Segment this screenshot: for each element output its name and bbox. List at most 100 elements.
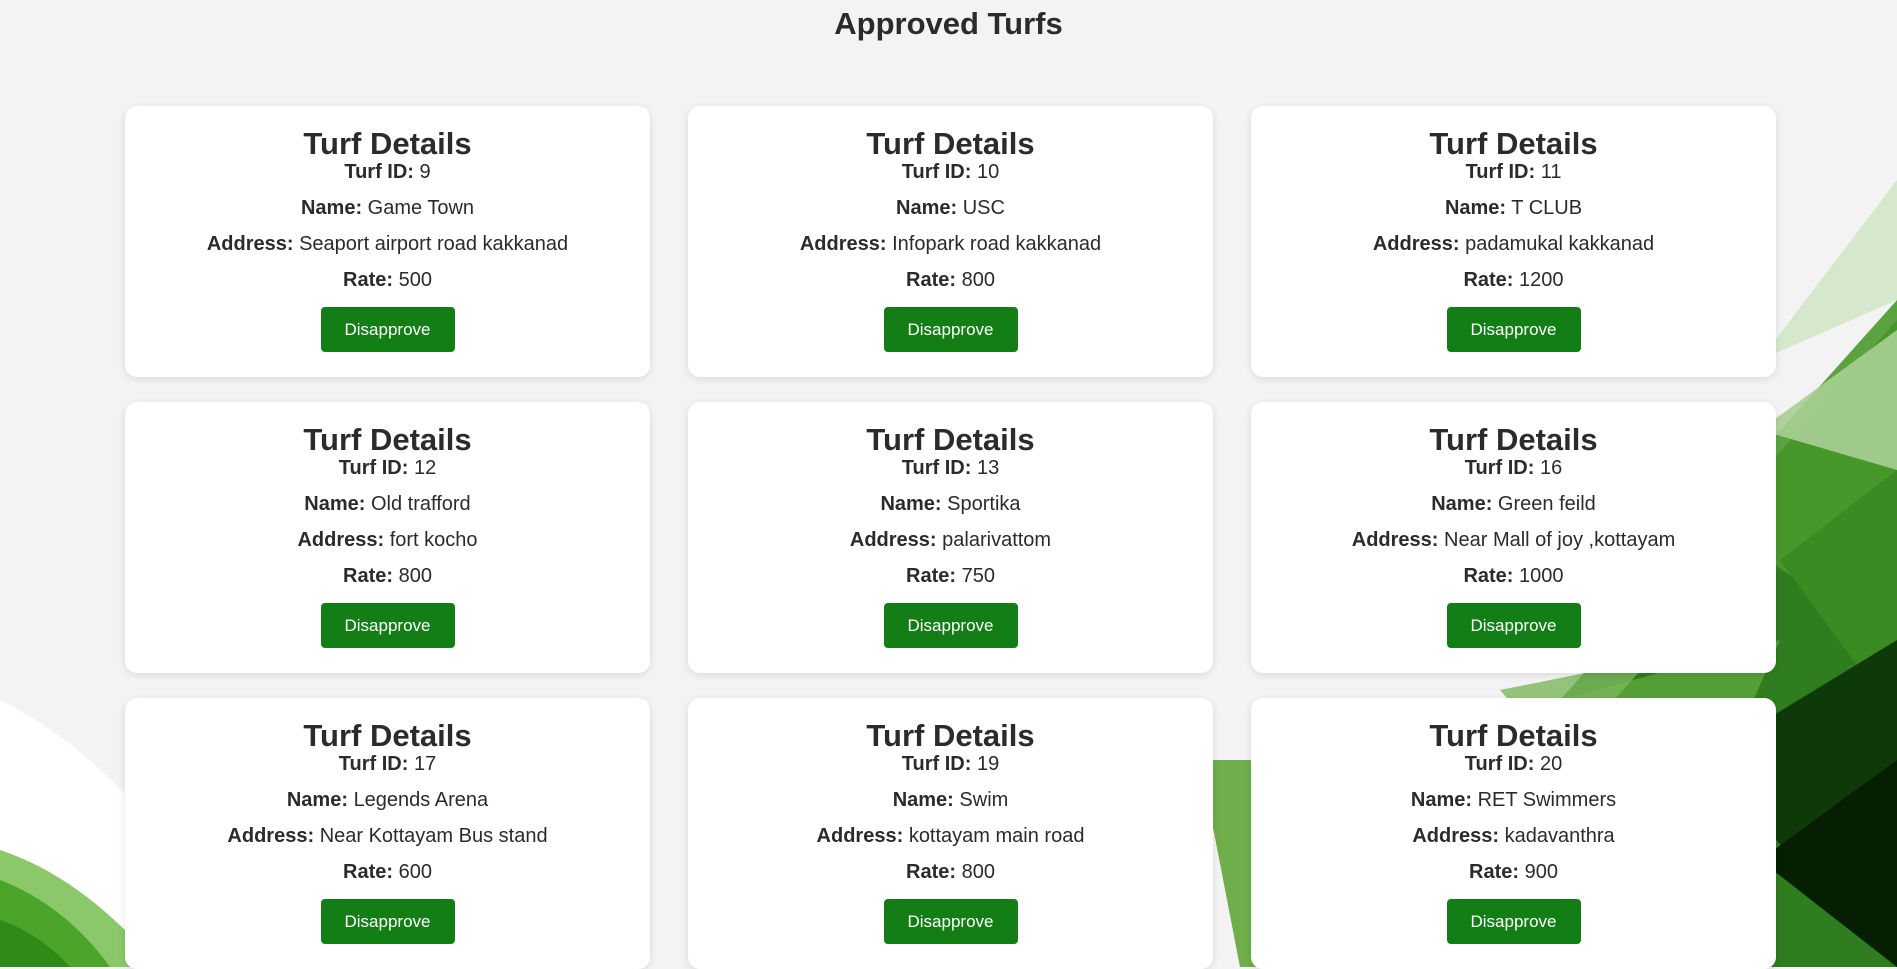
turf-rate-row: Rate: 800 bbox=[125, 564, 650, 588]
disapprove-button[interactable]: Disapprove bbox=[1446, 899, 1581, 944]
turf-id-row: Turf ID: 9 bbox=[125, 160, 650, 184]
turf-id-value: 11 bbox=[1540, 161, 1562, 183]
turf-address-label: Address: bbox=[799, 233, 887, 255]
disapprove-button[interactable]: Disapprove bbox=[1446, 307, 1581, 352]
turf-name-label: Name: bbox=[880, 493, 942, 515]
turf-rate-label: Rate: bbox=[906, 861, 957, 883]
turf-rate-value: 600 bbox=[398, 861, 432, 883]
turf-id-value: 20 bbox=[1539, 753, 1563, 775]
turf-address-label: Address: bbox=[1351, 529, 1439, 551]
turf-rate-value: 1000 bbox=[1519, 565, 1564, 587]
turf-id-label: Turf ID: bbox=[338, 457, 409, 479]
turf-name-row: Name: Swim bbox=[688, 788, 1213, 812]
turf-address-value: fort kocho bbox=[389, 529, 478, 551]
turf-card: Turf Details Turf ID: 11 Name: T CLUB Ad… bbox=[1251, 106, 1776, 377]
turf-address-row: Address: Near Kottayam Bus stand bbox=[125, 824, 650, 848]
turf-address-value: kottayam main road bbox=[908, 825, 1085, 847]
turf-rate-value: 1200 bbox=[1519, 269, 1564, 291]
card-title: Turf Details bbox=[303, 422, 472, 457]
turf-id-label: Turf ID: bbox=[1464, 457, 1535, 479]
disapprove-button[interactable]: Disapprove bbox=[1446, 603, 1581, 648]
turf-rate-label: Rate: bbox=[343, 861, 394, 883]
page-title: Approved Turfs bbox=[834, 6, 1063, 41]
turf-address-label: Address: bbox=[297, 529, 385, 551]
turf-id-row: Turf ID: 13 bbox=[688, 456, 1213, 480]
turf-id-value: 13 bbox=[976, 457, 1000, 479]
turf-id-row: Turf ID: 11 bbox=[1251, 160, 1776, 184]
turf-name-value: Legends Arena bbox=[353, 789, 489, 811]
turf-name-label: Name: bbox=[1431, 493, 1493, 515]
turf-rate-row: Rate: 900 bbox=[1251, 860, 1776, 884]
turf-name-label: Name: bbox=[896, 197, 958, 219]
turf-id-label: Turf ID: bbox=[901, 457, 972, 479]
turf-id-label: Turf ID: bbox=[344, 161, 414, 183]
turf-address-value: Near Kottayam Bus stand bbox=[319, 825, 548, 847]
turf-rate-row: Rate: 800 bbox=[688, 860, 1213, 884]
turf-grid: Turf Details Turf ID: 9 Name: Game Town … bbox=[125, 106, 1776, 969]
turf-id-row: Turf ID: 16 bbox=[1251, 456, 1776, 480]
turf-name-label: Name: bbox=[1410, 789, 1473, 811]
turf-name-row: Name: Game Town bbox=[125, 196, 650, 220]
turf-id-row: Turf ID: 12 bbox=[125, 456, 650, 480]
turf-name-value: T CLUB bbox=[1511, 197, 1583, 219]
turf-rate-value: 500 bbox=[398, 269, 432, 291]
turf-address-value: Near Mall of joy ,kottayam bbox=[1444, 529, 1676, 551]
disapprove-button[interactable]: Disapprove bbox=[320, 603, 455, 648]
disapprove-button[interactable]: Disapprove bbox=[883, 307, 1018, 352]
turf-address-row: Address: kottayam main road bbox=[688, 824, 1213, 848]
turf-rate-row: Rate: 600 bbox=[125, 860, 650, 884]
turf-rate-value: 750 bbox=[961, 565, 995, 587]
turf-name-label: Name: bbox=[300, 197, 363, 219]
turf-name-row: Name: T CLUB bbox=[1251, 196, 1776, 220]
turf-rate-label: Rate: bbox=[906, 565, 957, 587]
disapprove-button[interactable]: Disapprove bbox=[320, 899, 455, 944]
turf-card: Turf Details Turf ID: 9 Name: Game Town … bbox=[125, 106, 650, 377]
turf-card: Turf Details Turf ID: 19 Name: Swim Addr… bbox=[688, 698, 1213, 969]
turf-id-label: Turf ID: bbox=[338, 753, 409, 775]
turf-name-label: Name: bbox=[286, 789, 348, 811]
turf-id-label: Turf ID: bbox=[901, 753, 972, 775]
turf-card: Turf Details Turf ID: 10 Name: USC Addre… bbox=[688, 106, 1213, 377]
turf-id-label: Turf ID: bbox=[901, 161, 972, 183]
turf-address-label: Address: bbox=[206, 233, 294, 255]
turf-card: Turf Details Turf ID: 16 Name: Green fei… bbox=[1251, 402, 1776, 673]
turf-name-value: Old trafford bbox=[371, 493, 471, 515]
turf-rate-label: Rate: bbox=[1463, 269, 1514, 291]
turf-rate-row: Rate: 1000 bbox=[1251, 564, 1776, 588]
turf-name-value: Swim bbox=[959, 789, 1009, 811]
turf-rate-value: 800 bbox=[961, 269, 995, 291]
card-title: Turf Details bbox=[1429, 126, 1598, 161]
disapprove-button[interactable]: Disapprove bbox=[883, 899, 1018, 944]
turf-id-value: 17 bbox=[413, 753, 437, 775]
turf-rate-row: Rate: 1200 bbox=[1251, 268, 1776, 292]
turf-rate-value: 900 bbox=[1524, 861, 1558, 883]
turf-rate-label: Rate: bbox=[343, 269, 394, 291]
turf-address-row: Address: Infopark road kakkanad bbox=[688, 232, 1213, 256]
disapprove-button[interactable]: Disapprove bbox=[320, 307, 455, 352]
turf-rate-row: Rate: 800 bbox=[688, 268, 1213, 292]
turf-name-row: Name: Legends Arena bbox=[125, 788, 650, 812]
turf-id-label: Turf ID: bbox=[1464, 753, 1535, 775]
turf-address-label: Address: bbox=[227, 825, 315, 847]
turf-name-row: Name: Green feild bbox=[1251, 492, 1776, 516]
turf-name-value: Sportika bbox=[947, 493, 1021, 515]
turf-address-label: Address: bbox=[849, 529, 937, 551]
disapprove-button[interactable]: Disapprove bbox=[883, 603, 1018, 648]
turf-address-value: Seaport airport road kakkanad bbox=[299, 233, 569, 255]
turf-name-value: Green feild bbox=[1497, 493, 1596, 515]
card-title: Turf Details bbox=[1429, 422, 1598, 457]
turf-rate-label: Rate: bbox=[1469, 861, 1520, 883]
turf-rate-label: Rate: bbox=[1463, 565, 1514, 587]
turf-name-row: Name: USC bbox=[688, 196, 1213, 220]
turf-address-row: Address: fort kocho bbox=[125, 528, 650, 552]
turf-id-label: Turf ID: bbox=[1465, 161, 1536, 183]
turf-card: Turf Details Turf ID: 13 Name: Sportika … bbox=[688, 402, 1213, 673]
turf-id-value: 19 bbox=[976, 753, 1000, 775]
turf-name-row: Name: Sportika bbox=[688, 492, 1213, 516]
turf-id-row: Turf ID: 17 bbox=[125, 752, 650, 776]
card-title: Turf Details bbox=[303, 718, 472, 753]
turf-rate-row: Rate: 750 bbox=[688, 564, 1213, 588]
turf-card: Turf Details Turf ID: 17 Name: Legends A… bbox=[125, 698, 650, 969]
turf-address-label: Address: bbox=[816, 825, 904, 847]
card-title: Turf Details bbox=[303, 126, 472, 161]
